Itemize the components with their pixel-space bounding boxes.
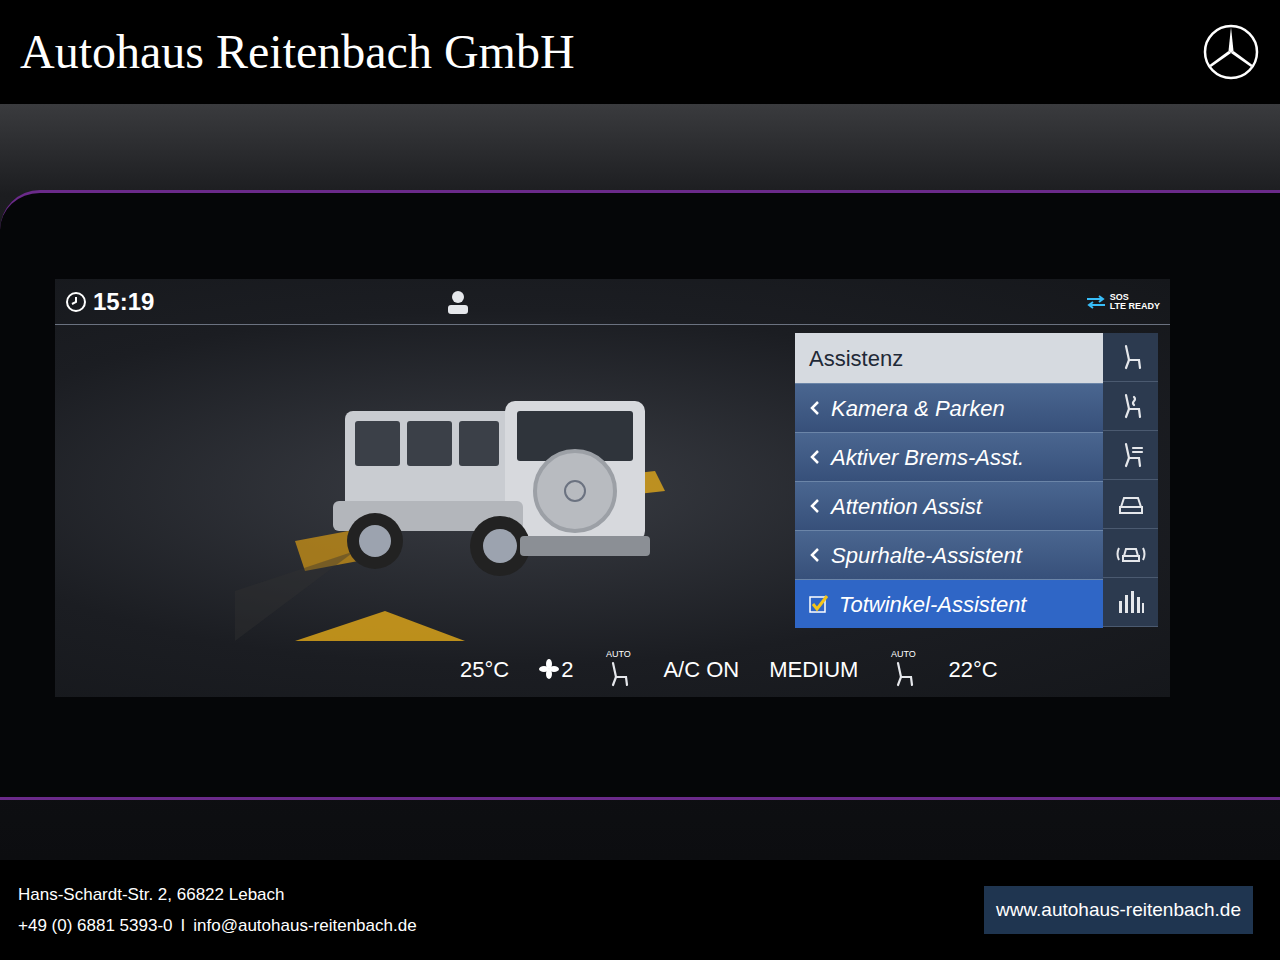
menu-category-button[interactable] — [1103, 480, 1158, 529]
mercedes-logo-icon — [1202, 23, 1260, 81]
menu-item[interactable]: Spurhalte-Assistent — [795, 530, 1103, 579]
fan-icon — [539, 659, 559, 679]
display-body: AssistenzKamera & ParkenAktiver Brems-As… — [55, 325, 1170, 641]
chevron-left-icon — [809, 399, 821, 417]
sos-label: SOS — [1110, 293, 1160, 302]
seat-adjust-icon — [1116, 342, 1146, 372]
dealer-address: Hans-Schardt-Str. 2, 66822 Lebach — [18, 882, 417, 908]
ac-status[interactable]: A/C ON — [663, 653, 739, 686]
dealer-phone[interactable]: +49 (0) 6881 5393-0 — [18, 913, 173, 939]
status-bar: 15:19 SOSLTE READY — [55, 279, 1170, 325]
vehicle-graphic-icon — [235, 341, 795, 641]
page: Autohaus Reitenbach GmbH 15:19 SOSLTE READ… — [0, 0, 1280, 960]
checkbox-checked-icon[interactable] — [809, 594, 829, 614]
dealer-header: Autohaus Reitenbach GmbH — [0, 0, 1280, 104]
dealer-email[interactable]: info@autohaus-reitenbach.de — [193, 913, 416, 939]
seat-ventilation-icon — [1116, 440, 1146, 470]
climate-mode[interactable]: MEDIUM — [769, 653, 858, 686]
equalizer-icon — [1117, 589, 1145, 615]
seat-heating-icon — [1116, 391, 1146, 421]
contact-separator: I — [181, 913, 186, 939]
menu-category-button[interactable] — [1103, 333, 1158, 382]
chevron-left-icon — [809, 448, 821, 466]
vehicle-view — [55, 333, 795, 641]
clock-time: 15:19 — [93, 284, 154, 320]
menu-item[interactable]: Aktiver Brems-Asst. — [795, 432, 1103, 481]
right-airflow-icon — [888, 659, 918, 689]
fan-level[interactable]: 2 — [561, 653, 573, 686]
menu-icon-column — [1103, 333, 1158, 627]
dealer-footer: Hans-Schardt-Str. 2, 66822 Lebach +49 (0)… — [0, 860, 1280, 960]
left-auto-label: AUTO — [606, 650, 631, 659]
left-airflow-icon — [603, 659, 633, 689]
left-temperature[interactable]: 25°C — [460, 653, 509, 686]
clock-icon — [65, 291, 87, 313]
menu-item[interactable]: Totwinkel-Assistent — [795, 579, 1103, 628]
display-screen: 15:19 SOSLTE READY AssistenzKamera & Parke… — [55, 279, 1170, 697]
menu-category-button[interactable] — [1103, 382, 1158, 431]
menu-item[interactable]: Attention Assist — [795, 481, 1103, 530]
connectivity-status: SOSLTE READY — [1085, 293, 1160, 311]
menu-category-button[interactable] — [1103, 529, 1158, 578]
lte-ready-label: LTE READY — [1110, 302, 1160, 311]
display-bezel: 15:19 SOSLTE READY AssistenzKamera & Parke… — [0, 190, 1280, 800]
website-link[interactable]: www.autohaus-reitenbach.de — [984, 886, 1253, 934]
menu-category-button[interactable] — [1103, 431, 1158, 480]
climate-bar: 25°C 2 AUTO A/C ON MEDIUM AUTO 22°C — [55, 641, 1170, 697]
chevron-left-icon — [809, 497, 821, 515]
menu-title: Assistenz — [795, 333, 1103, 383]
menu-category-button[interactable] — [1103, 578, 1158, 627]
photo-area: 15:19 SOSLTE READY AssistenzKamera & Parke… — [0, 104, 1280, 860]
dealer-title: Autohaus Reitenbach GmbH — [20, 28, 575, 76]
menu-item[interactable]: Kamera & Parken — [795, 383, 1103, 432]
user-profile-icon — [445, 289, 471, 315]
right-temperature[interactable]: 22°C — [948, 653, 997, 686]
connection-arrows-icon — [1085, 295, 1107, 309]
right-auto-label: AUTO — [891, 650, 916, 659]
assist-menu: AssistenzKamera & ParkenAktiver Brems-As… — [795, 333, 1103, 628]
car-sensor-icon — [1115, 538, 1147, 568]
chevron-left-icon — [809, 546, 821, 564]
car-icon — [1116, 489, 1146, 519]
